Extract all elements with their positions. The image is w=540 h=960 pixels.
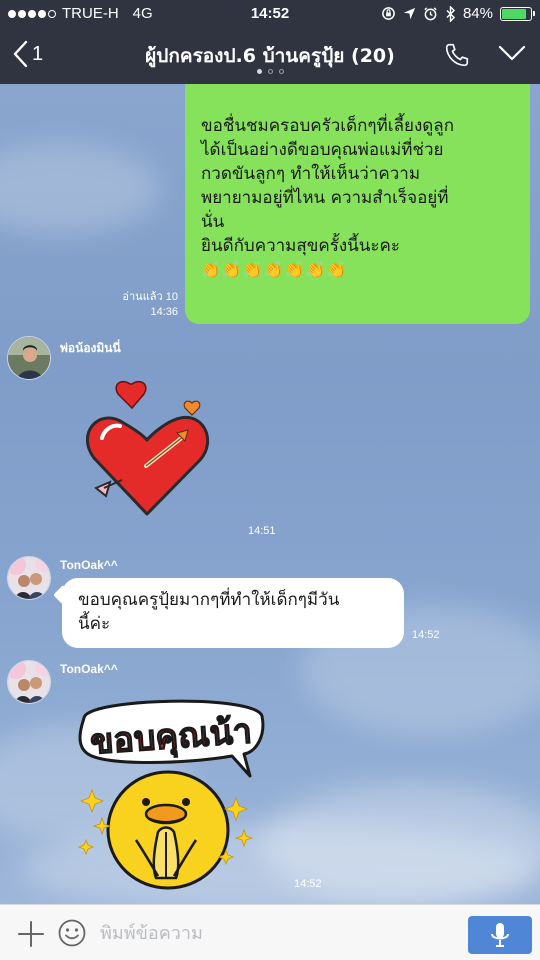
- message-time: 14:51: [248, 525, 276, 537]
- message-text-line: ขอชื่นชมครอบครัวเด็กๆที่เลี้ยงดูลูก: [201, 116, 455, 136]
- chat-title[interactable]: ผู้ปกครองป.6 บ้านครูปุ้ย (20): [80, 41, 460, 71]
- phone-icon: [445, 43, 469, 67]
- message-bubble-incoming[interactable]: ขอบคุณครูปุ้ยมากๆที่ทำให้เด็กๆมีวัน นี้ค…: [62, 578, 404, 648]
- chevron-down-icon: [498, 45, 526, 61]
- message-text-line: นี้ค่ะ: [78, 614, 111, 634]
- avatar[interactable]: [7, 556, 51, 600]
- rotation-lock-icon: [382, 7, 395, 20]
- message-time: 14:52: [412, 629, 440, 641]
- message-text-line: กวดขันลูกๆ ทำให้เห็นว่าความ: [201, 164, 421, 184]
- emoji-button[interactable]: [57, 918, 87, 952]
- message-meta: อ่านแล้ว 10 14:36: [122, 290, 178, 320]
- message-time: 14:52: [294, 878, 322, 890]
- avatar[interactable]: [7, 660, 51, 704]
- heart-arrow-sticker[interactable]: [82, 378, 212, 518]
- duck-thank-you-sticker[interactable]: ขอบคุณน้า: [66, 690, 276, 890]
- chat-header: 1 ผู้ปกครองป.6 บ้านครูปุ้ย (20): [0, 30, 540, 84]
- message-text-line: ขอบคุณครูปุ้ยมากๆที่ทำให้เด็กๆมีวัน: [78, 590, 340, 610]
- microphone-icon: [491, 923, 509, 947]
- message-text-line: ได้เป็นอย่างดีขอบคุณพ่อแม่ที่ช่วย: [201, 140, 444, 160]
- chat-screen: TRUE-H 4G 14:52 84% 1 ผู้ปกครองป.6 บ้านค…: [0, 0, 540, 960]
- menu-button[interactable]: [498, 44, 526, 66]
- sender-name: TonOak^^: [60, 662, 118, 676]
- message-bubble-outgoing[interactable]: ขอชื่นชมครอบครัวเด็กๆที่เลี้ยงดูลูก ได้เ…: [185, 84, 530, 324]
- message-input-bar: [0, 904, 540, 960]
- status-bar: TRUE-H 4G 14:52 84%: [0, 0, 540, 30]
- sender-name: พ่อน้องมินนี่: [60, 341, 121, 355]
- read-status: อ่านแล้ว 10: [122, 291, 178, 303]
- avatar[interactable]: [7, 336, 51, 380]
- call-button[interactable]: [444, 42, 470, 72]
- location-icon: [403, 7, 416, 20]
- message-text-line: พยายามอยู่ที่ไหน ความสำเร็จอยู่ที่: [201, 188, 449, 208]
- sender-name: TonOak^^: [60, 558, 118, 572]
- message-time: 14:36: [150, 306, 178, 318]
- alarm-icon: [424, 7, 437, 21]
- bluetooth-icon: [446, 5, 456, 22]
- add-button[interactable]: [16, 919, 46, 953]
- unread-count: 1: [32, 42, 44, 65]
- back-button[interactable]: 1: [12, 40, 43, 68]
- battery-percent: 84%: [462, 5, 493, 22]
- message-text-line: นั่น: [201, 212, 225, 232]
- message-input[interactable]: [100, 915, 450, 951]
- plus-icon: [18, 921, 44, 947]
- smiley-icon: [58, 919, 86, 947]
- battery-icon: [500, 6, 535, 21]
- voice-message-button[interactable]: [468, 916, 532, 954]
- clapping-hands-emoji: 👏👏👏👏👏👏👏: [201, 260, 348, 279]
- chevron-left-icon: [13, 40, 28, 68]
- message-text-line: ยินดีกับความสุขครั้งนี้นะคะ: [201, 236, 401, 256]
